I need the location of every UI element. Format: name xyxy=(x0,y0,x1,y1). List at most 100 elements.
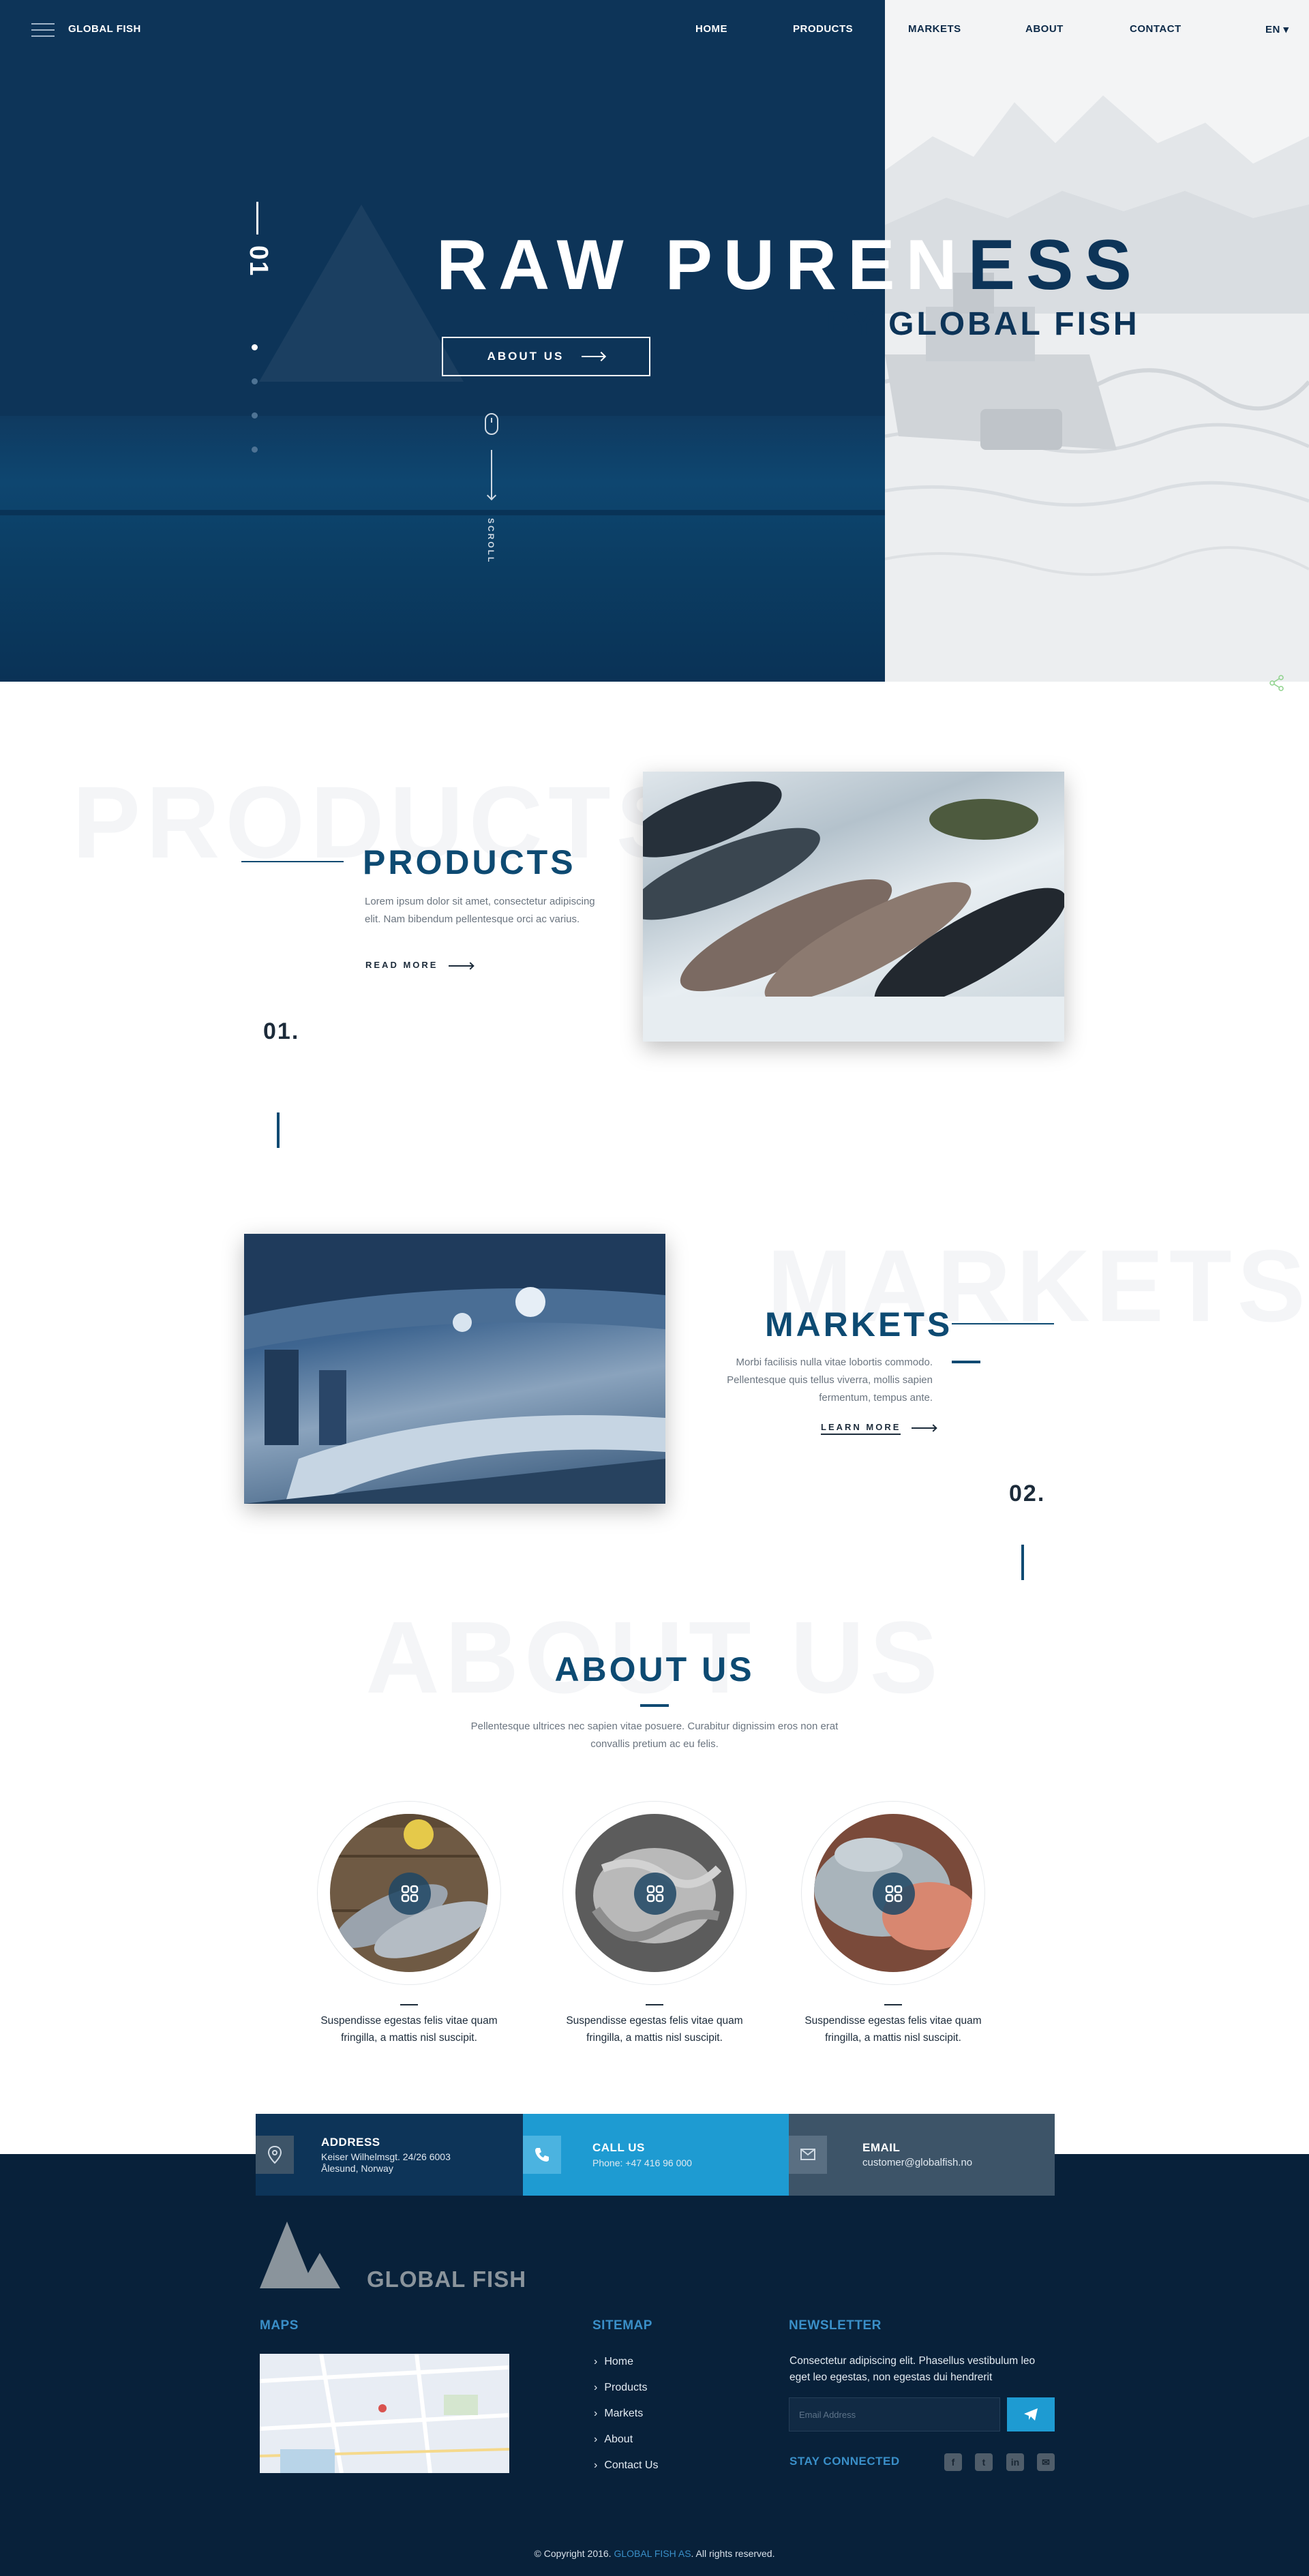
arrow-right-icon xyxy=(449,965,474,967)
address-card: ADDRESS Keiser Wilhelmsgt. 24/26 6003 Ål… xyxy=(256,2114,523,2196)
slide-indicator-line xyxy=(256,202,258,234)
learn-more-label: LEARN MORE xyxy=(821,1422,901,1435)
hero-title-dark: ESS xyxy=(967,226,1143,305)
products-text: Lorem ipsum dolor sit amet, consectetur … xyxy=(365,896,595,925)
nav-products[interactable]: PRODUCTS xyxy=(793,23,853,35)
paper-plane-icon xyxy=(1024,2408,1038,2421)
about-us-button-label: ABOUT US xyxy=(487,350,565,363)
newsletter-heading: NEWSLETTER xyxy=(789,2318,882,2333)
about-text: Pellentesque ultrices nec sapien vitae p… xyxy=(470,1721,839,1750)
products-fish-photo[interactable] xyxy=(643,772,1064,1042)
email-card[interactable]: EMAIL customer@globalfish.no xyxy=(789,2114,1055,2196)
newsletter-submit-button[interactable] xyxy=(1007,2397,1055,2431)
sitemap-link-home[interactable]: Home xyxy=(594,2356,633,2368)
share-icon[interactable] xyxy=(1269,675,1284,691)
location-pin-icon xyxy=(256,2136,294,2174)
fish-on-ice-image xyxy=(643,781,1064,1042)
call-label: CALL US xyxy=(592,2141,645,2154)
scroll-down-arrow[interactable] xyxy=(491,450,492,499)
newsletter-email-input[interactable] xyxy=(789,2397,1000,2431)
email-icon[interactable]: ✉ xyxy=(1037,2453,1055,2471)
markets-title: MARKETS xyxy=(765,1305,953,1344)
markets-text: Morbi facilisis nulla vitae lobortis com… xyxy=(727,1357,933,1404)
slide-dot-1[interactable] xyxy=(252,344,258,350)
phone-icon xyxy=(523,2136,561,2174)
markets-learn-more-link[interactable]: LEARN MORE xyxy=(821,1422,937,1435)
about-title-rule xyxy=(640,1704,669,1707)
slide-number: 01 xyxy=(244,245,273,277)
top-navigation: GLOBAL FISH HOME PRODUCTS MARKETS ABOUT … xyxy=(0,0,1309,60)
nav-home[interactable]: HOME xyxy=(695,23,727,35)
about-card-1-text: Suspendisse egestas felis vitae quam fri… xyxy=(320,2015,498,2044)
nav-about[interactable]: ABOUT xyxy=(1025,23,1064,35)
envelope-icon xyxy=(789,2136,827,2174)
about-card-3-text: Suspendisse egestas felis vitae quam fri… xyxy=(804,2015,982,2044)
email-address[interactable]: customer@globalfish.no xyxy=(862,2157,972,2169)
stay-connected-heading: STAY CONNECTED xyxy=(789,2455,900,2468)
about-card-3-dash xyxy=(884,2004,902,2005)
slide-dot-2[interactable] xyxy=(252,378,258,384)
about-card-1-image[interactable] xyxy=(317,1801,501,1985)
footer-logo-text: GLOBAL FISH xyxy=(367,2267,527,2292)
scroll-label: SCROLL xyxy=(486,518,496,564)
sitemap-link-about[interactable]: About xyxy=(594,2434,633,2446)
linkedin-icon[interactable]: in xyxy=(1006,2453,1024,2471)
hero-subtitle-rule xyxy=(765,323,814,326)
read-more-label: READ MORE xyxy=(365,960,438,970)
about-card-1-dash xyxy=(400,2004,418,2005)
mouse-icon xyxy=(485,413,498,435)
address-label: ADDRESS xyxy=(321,2136,380,2149)
slide-dot-3[interactable] xyxy=(252,412,258,419)
sitemap-link-markets[interactable]: Markets xyxy=(594,2408,643,2420)
newsletter-text: Consectetur adipiscing elit. Phasellus v… xyxy=(789,2355,1036,2383)
nav-markets[interactable]: MARKETS xyxy=(908,23,961,35)
hero-mountain-shape xyxy=(259,204,464,382)
grid-icon[interactable] xyxy=(634,1873,676,1915)
location-map[interactable] xyxy=(260,2354,509,2473)
markets-accent-rule xyxy=(952,1361,980,1363)
products-title-rule xyxy=(241,861,344,862)
maps-heading: MAPS xyxy=(260,2318,299,2333)
footer-logo[interactable]: GLOBAL FISH xyxy=(260,2219,526,2294)
menu-icon[interactable] xyxy=(31,23,55,37)
about-title: ABOUT US xyxy=(554,1650,755,1688)
products-title: PRODUCTS xyxy=(363,843,576,881)
markets-title-rule xyxy=(952,1323,1054,1324)
phone-number[interactable]: Phone: +47 416 96 000 xyxy=(592,2157,692,2169)
sitemap-link-products[interactable]: Products xyxy=(594,2382,647,2394)
about-us-button[interactable]: ABOUT US xyxy=(442,337,650,376)
about-card-3-image[interactable] xyxy=(801,1801,985,1985)
twitter-icon[interactable]: t xyxy=(975,2453,993,2471)
sitemap-link-contact[interactable]: Contact Us xyxy=(594,2459,658,2472)
markets-divider xyxy=(1021,1545,1024,1580)
grid-icon[interactable] xyxy=(873,1873,915,1915)
copyright-brand[interactable]: GLOBAL FISH AS xyxy=(614,2548,691,2559)
email-label: EMAIL xyxy=(862,2141,901,2154)
arrow-right-icon xyxy=(912,1427,937,1429)
grid-icon[interactable] xyxy=(389,1873,431,1915)
copyright: © Copyright 2016. GLOBAL FISH AS. All ri… xyxy=(0,2548,1309,2559)
arrow-right-icon xyxy=(582,356,605,357)
products-read-more-link[interactable]: READ MORE xyxy=(365,960,474,970)
about-card-2-image[interactable] xyxy=(562,1801,747,1985)
fish-market-image xyxy=(244,1234,665,1504)
hero-horizon xyxy=(0,510,885,515)
markets-number: 02. xyxy=(1009,1481,1046,1506)
facebook-icon[interactable]: f xyxy=(944,2453,962,2471)
hero-title-white: RAW PUREN xyxy=(436,226,968,305)
nav-contact[interactable]: CONTACT xyxy=(1130,23,1182,35)
slide-dot-4[interactable] xyxy=(252,446,258,453)
call-card[interactable]: CALL US Phone: +47 416 96 000 xyxy=(523,2114,789,2196)
address-line-1: Keiser Wilhelmsgt. 24/26 6003 xyxy=(321,2151,451,2162)
about-card-2-dash xyxy=(646,2004,663,2005)
copyright-suffix: . All rights reserved. xyxy=(691,2548,775,2559)
hero-section: GLOBAL FISH HOME PRODUCTS MARKETS ABOUT … xyxy=(0,0,1309,682)
sitemap-heading: SITEMAP xyxy=(592,2318,652,2333)
header-logo[interactable]: GLOBAL FISH xyxy=(68,23,141,35)
about-card-2-text: Suspendisse egestas felis vitae quam fri… xyxy=(566,2015,743,2044)
markets-fish-market-photo[interactable] xyxy=(244,1234,665,1504)
products-number: 01. xyxy=(263,1018,300,1044)
hero-subtitle: BY GLOBAL FISH xyxy=(826,306,1140,342)
products-divider xyxy=(277,1112,280,1148)
language-selector[interactable]: EN ▾ xyxy=(1265,23,1289,35)
